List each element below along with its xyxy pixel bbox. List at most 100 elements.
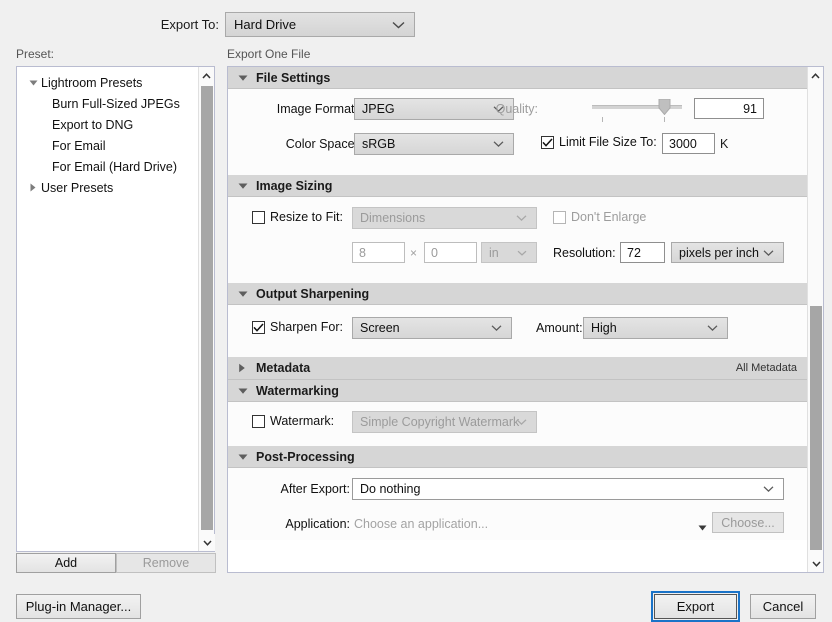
resize-mode-value: Dimensions [360, 211, 426, 225]
scroll-down-arrow-icon[interactable] [199, 534, 215, 551]
chevron-down-icon [707, 325, 718, 332]
preset-item-burn-full-sized-jpegs[interactable]: Burn Full-Sized JPEGs [17, 93, 198, 114]
preset-panel: Lightroom Presets Burn Full-Sized JPEGs … [16, 66, 215, 552]
section-title: Output Sharpening [256, 286, 370, 301]
sharpen-amount-select[interactable]: High [583, 317, 728, 339]
preset-item-label: For Email (Hard Drive) [52, 159, 178, 174]
limit-file-size-input[interactable]: 3000 [662, 133, 715, 154]
section-header-file-settings[interactable]: File Settings [228, 67, 807, 89]
section-header-output-sharpening[interactable]: Output Sharpening [228, 283, 807, 305]
export-settings-panel: File Settings Image Format: JPEG Quality… [227, 66, 824, 573]
plugin-manager-button[interactable]: Plug-in Manager... [16, 594, 141, 619]
chevron-down-icon [517, 250, 527, 256]
choose-application-button: Choose... [712, 512, 784, 533]
resize-mode-select: Dimensions [352, 207, 537, 229]
cancel-button[interactable]: Cancel [750, 594, 816, 619]
remove-preset-button: Remove [116, 553, 216, 573]
sharpen-for-checkbox[interactable] [252, 320, 265, 334]
export-settings-scroll-thumb[interactable] [810, 306, 822, 550]
dimension-unit-select: in [481, 242, 537, 263]
preset-item-for-email-hard-drive[interactable]: For Email (Hard Drive) [17, 156, 198, 177]
chevron-down-icon [392, 21, 405, 29]
quality-value-input[interactable]: 91 [694, 98, 764, 119]
export-button[interactable]: Export [654, 594, 737, 619]
chevron-down-icon [516, 419, 527, 426]
resize-to-fit-checkbox[interactable] [252, 210, 265, 224]
resolution-unit-value: pixels per inch [679, 245, 759, 260]
after-export-value: Do nothing [360, 482, 421, 496]
chevron-down-icon [516, 215, 527, 222]
quality-slider[interactable] [592, 97, 682, 122]
section-header-image-sizing[interactable]: Image Sizing [228, 175, 807, 197]
quality-slider-tick [602, 117, 603, 122]
quality-slider-tick [664, 117, 665, 122]
triangle-right-icon[interactable] [238, 363, 256, 373]
limit-file-size-checkbox-row[interactable]: Limit File Size To: [541, 135, 657, 149]
sharpen-for-value: Screen [360, 321, 400, 335]
triangle-down-icon[interactable] [238, 453, 256, 461]
watermark-checkbox[interactable] [252, 414, 265, 428]
scroll-up-arrow-icon[interactable] [199, 67, 214, 84]
section-body-output-sharpening: Sharpen For: Screen Amount: High [228, 305, 807, 357]
section-header-metadata[interactable]: Metadata All Metadata [228, 357, 807, 380]
resolution-input[interactable]: 72 [620, 242, 665, 263]
triangle-down-icon[interactable] [25, 79, 41, 87]
preset-panel-scroll-thumb[interactable] [201, 86, 213, 530]
resize-to-fit-checkbox-row[interactable]: Resize to Fit: [252, 210, 343, 224]
color-space-label: Color Space: [285, 137, 358, 151]
resolution-unit-select[interactable]: pixels per inch [671, 242, 784, 263]
section-header-watermarking[interactable]: Watermarking [228, 380, 807, 402]
preset-group-label: Lightroom Presets [41, 75, 143, 90]
triangle-down-icon[interactable] [238, 182, 256, 190]
preset-item-label: Export to DNG [52, 117, 134, 132]
sharpen-amount-label: Amount: [536, 321, 583, 335]
section-title: Watermarking [256, 383, 339, 398]
export-one-file-label: Export One File [227, 47, 311, 61]
export-to-destination-select[interactable]: Hard Drive [225, 12, 415, 37]
dimension-times-symbol: × [410, 246, 418, 260]
triangle-right-icon[interactable] [25, 183, 41, 192]
preset-tree[interactable]: Lightroom Presets Burn Full-Sized JPEGs … [17, 67, 198, 198]
preset-label: Preset: [16, 47, 55, 61]
sharpen-for-select[interactable]: Screen [352, 317, 512, 339]
application-dropdown-triangle-icon[interactable] [698, 520, 707, 534]
scroll-down-arrow-icon[interactable] [808, 555, 823, 572]
export-to-label: Export To: [160, 17, 219, 32]
image-format-value: JPEG [362, 102, 395, 116]
dont-enlarge-label: Don't Enlarge [571, 210, 647, 224]
preset-group-lightroom-presets[interactable]: Lightroom Presets [17, 72, 198, 93]
section-body-image-sizing: Resize to Fit: Dimensions Don't Enlarge … [228, 197, 807, 283]
section-body-watermarking: Watermark: Simple Copyright Watermark [228, 402, 807, 446]
section-header-post-processing[interactable]: Post-Processing [228, 446, 807, 468]
watermark-value: Simple Copyright Watermark [360, 415, 520, 429]
after-export-select[interactable]: Do nothing [352, 478, 784, 500]
triangle-down-icon[interactable] [238, 387, 256, 395]
sharpen-amount-value: High [591, 321, 617, 335]
scroll-up-arrow-icon[interactable] [808, 67, 823, 84]
application-placeholder[interactable]: Choose an application... [354, 517, 488, 531]
export-settings-scrollbar[interactable] [807, 67, 823, 572]
limit-file-size-label: Limit File Size To: [559, 135, 657, 149]
preset-item-label: Burn Full-Sized JPEGs [52, 96, 180, 111]
section-body-file-settings: Image Format: JPEG Quality: 91 Color Spa… [228, 89, 807, 175]
section-title: File Settings [256, 70, 331, 85]
sharpen-for-checkbox-row[interactable]: Sharpen For: [252, 320, 343, 334]
resolution-label: Resolution: [553, 246, 616, 260]
preset-item-for-email[interactable]: For Email [17, 135, 198, 156]
metadata-summary: All Metadata [735, 362, 797, 374]
triangle-down-icon[interactable] [238, 74, 256, 82]
preset-panel-scrollbar[interactable] [198, 67, 215, 551]
color-space-value: sRGB [362, 137, 396, 151]
preset-group-user-presets[interactable]: User Presets [17, 177, 198, 198]
dont-enlarge-checkbox-row: Don't Enlarge [553, 210, 646, 224]
section-title: Image Sizing [256, 178, 333, 193]
watermark-checkbox-row[interactable]: Watermark: [252, 414, 334, 428]
add-preset-button[interactable]: Add [16, 553, 116, 573]
quality-slider-thumb[interactable] [658, 98, 671, 116]
preset-item-label: For Email [52, 138, 106, 153]
preset-item-export-to-dng[interactable]: Export to DNG [17, 114, 198, 135]
resize-to-fit-label: Resize to Fit: [270, 210, 343, 224]
color-space-select[interactable]: sRGB [354, 133, 514, 155]
limit-file-size-checkbox[interactable] [541, 135, 554, 149]
triangle-down-icon[interactable] [238, 290, 256, 298]
